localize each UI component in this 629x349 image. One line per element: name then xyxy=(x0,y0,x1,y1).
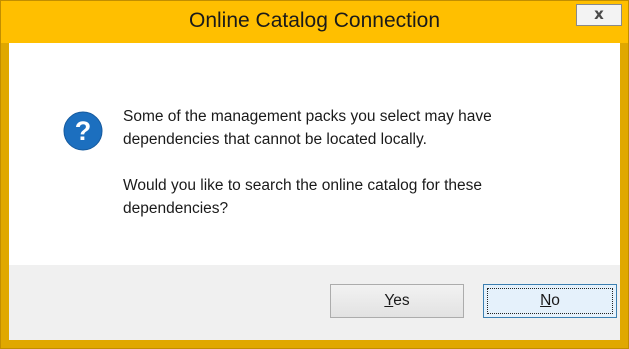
message-line-dependencies: Some of the management packs you select … xyxy=(123,108,492,148)
message-line-question: Would you like to search the online cata… xyxy=(123,177,483,217)
title-bar[interactable]: Online Catalog Connection x xyxy=(1,1,628,43)
yes-button[interactable]: Yes xyxy=(330,284,464,318)
dialog-window: Online Catalog Connection x ? Some of th… xyxy=(0,0,629,349)
no-button[interactable]: No xyxy=(483,284,617,318)
dialog-body: ? Some of the management packs you selec… xyxy=(9,43,620,340)
yes-label-rest: es xyxy=(393,292,410,309)
message-area: ? Some of the management packs you selec… xyxy=(9,43,620,265)
question-glyph: ? xyxy=(75,116,92,146)
dialog-title: Online Catalog Connection xyxy=(189,9,440,32)
message-text: Some of the management packs you select … xyxy=(123,105,603,243)
question-icon: ? xyxy=(63,111,103,151)
close-button[interactable]: x xyxy=(576,4,622,26)
focus-ring xyxy=(487,288,613,314)
close-icon: x xyxy=(594,5,604,23)
yes-accelerator: Y xyxy=(384,292,394,309)
